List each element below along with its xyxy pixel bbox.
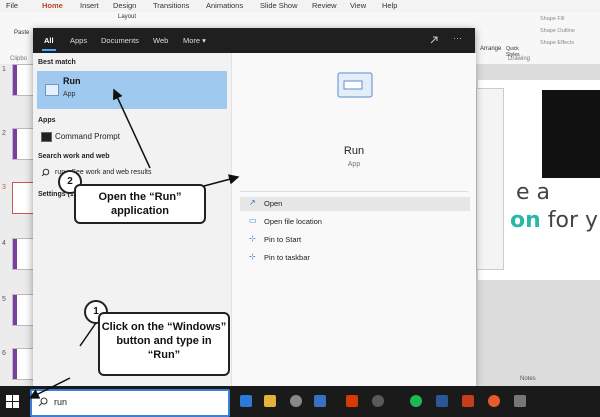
step-1-callout: Click on the “Windows” button and type i… [98,312,230,376]
step-2-callout: Open the “Run” application [74,184,206,224]
